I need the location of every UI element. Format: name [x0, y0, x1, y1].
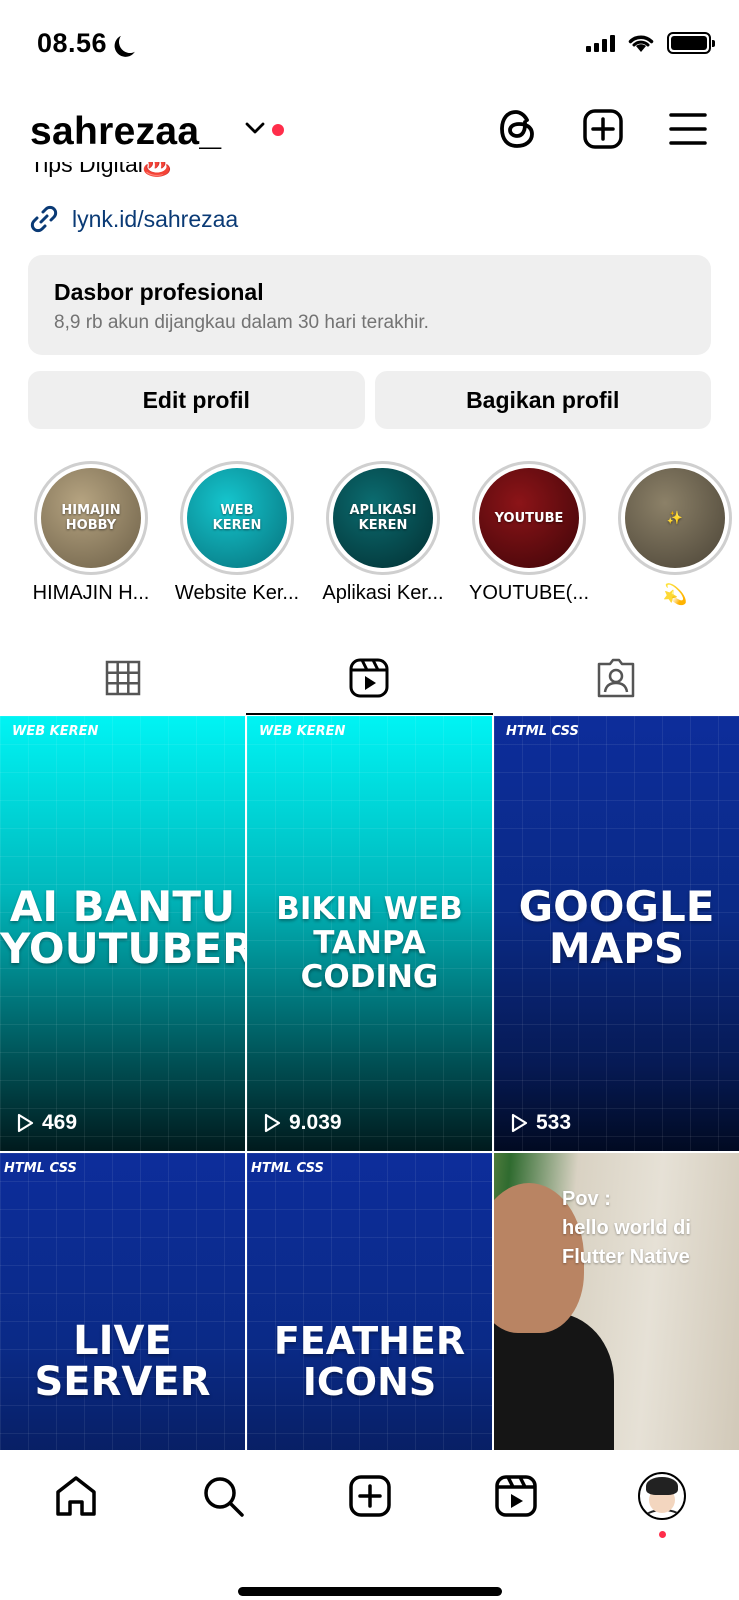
highlight-label: YOUTUBE(...: [468, 582, 589, 604]
home-indicator: [238, 1587, 502, 1596]
highlight-label: Website Ker...: [174, 582, 300, 604]
reel-views: 9.039: [263, 1111, 342, 1135]
home-icon[interactable]: [54, 1474, 98, 1518]
reel-views: 469: [16, 1111, 77, 1135]
reel-title: FEATHER ICONS: [273, 1319, 466, 1404]
reel-title: BIKIN WEB TANPA CODING: [276, 891, 463, 995]
reel-title: AI BANTU YOUTUBER: [0, 882, 245, 973]
reel-tag: HTML CSS: [251, 1161, 324, 1176]
tab-tagged[interactable]: [493, 640, 739, 715]
tab-posts[interactable]: [0, 640, 246, 715]
cellular-signal-icon: [586, 34, 615, 52]
highlight-label: HIMAJIN H...: [32, 582, 150, 604]
reel-thumbnail[interactable]: HTML CSS GOOGLE MAPS 533: [494, 716, 739, 1151]
highlight-label: Aplikasi Ker...: [322, 582, 444, 604]
chevron-down-icon[interactable]: [244, 120, 266, 136]
highlight-cover: APLIKASI KEREN: [333, 468, 433, 568]
menu-icon[interactable]: [668, 108, 708, 150]
story-highlights: HIMAJIN HOBBY HIMAJIN H... WEB KEREN Web…: [18, 461, 739, 607]
profile-header: sahrezaa_: [0, 100, 739, 162]
reel-tag: HTML CSS: [506, 724, 579, 739]
play-icon: [17, 1113, 34, 1133]
bio-link-text[interactable]: lynk.id/sahrezaa: [72, 206, 238, 233]
reel-tag: WEB KEREN: [12, 724, 99, 739]
notification-dot: [272, 124, 284, 136]
bottom-navigation: [0, 1450, 739, 1600]
highlight-item[interactable]: HIMAJIN HOBBY HIMAJIN H...: [18, 461, 164, 607]
username[interactable]: sahrezaa_: [30, 110, 221, 154]
highlight-item[interactable]: APLIKASI KEREN Aplikasi Ker...: [310, 461, 456, 607]
reel-tag: HTML CSS: [4, 1161, 77, 1176]
tagged-icon: [597, 658, 635, 697]
edit-profile-button[interactable]: Edit profil: [28, 371, 365, 429]
search-icon[interactable]: [201, 1474, 245, 1518]
share-profile-button[interactable]: Bagikan profil: [374, 371, 711, 429]
highlight-cover: ✨: [625, 468, 725, 568]
reel-views: 533: [510, 1111, 571, 1135]
reel-thumbnail[interactable]: WEB KEREN BIKIN WEB TANPA CODING 9.039: [247, 716, 492, 1151]
reel-title: GOOGLE MAPS: [518, 882, 715, 973]
reels-icon: [349, 658, 389, 697]
highlight-item[interactable]: ✨ 💫: [602, 461, 739, 607]
status-bar: 08.56: [0, 0, 739, 90]
professional-dashboard[interactable]: Dasbor profesional 8,9 rb akun dijangkau…: [28, 255, 711, 355]
grid-icon: [105, 660, 141, 695]
dashboard-title: Dasbor profesional: [54, 279, 264, 305]
highlight-item[interactable]: YOUTUBE YOUTUBE(...: [456, 461, 602, 607]
moon-icon: [117, 29, 142, 54]
bio-link[interactable]: lynk.id/sahrezaa: [28, 203, 238, 235]
profile-notification-dot: [659, 1531, 666, 1538]
highlight-cover: YOUTUBE: [479, 468, 579, 568]
play-icon: [511, 1113, 528, 1133]
status-time: 08.56: [37, 28, 135, 59]
highlight-label: 💫: [662, 584, 688, 606]
highlight-cover: WEB KEREN: [187, 468, 287, 568]
reel-thumbnail[interactable]: WEB KEREN AI BANTU YOUTUBER 469: [0, 716, 245, 1151]
bio-text: Tips Digital♨️: [30, 160, 172, 177]
reel-title: LIVE SERVER: [34, 1318, 211, 1405]
play-icon: [264, 1113, 281, 1133]
profile-avatar[interactable]: [638, 1472, 686, 1520]
dashboard-subtitle: 8,9 rb akun dijangkau dalam 30 hari tera…: [54, 312, 429, 333]
profile-tabs: [0, 640, 739, 715]
reel-caption: Pov : hello world di Flutter Native: [562, 1188, 691, 1268]
reel-tag: WEB KEREN: [259, 724, 346, 739]
link-icon: [30, 205, 58, 233]
tab-reels[interactable]: [246, 640, 493, 715]
create-icon[interactable]: [348, 1474, 392, 1518]
battery-icon: [667, 32, 715, 54]
highlight-item[interactable]: WEB KEREN Website Ker...: [164, 461, 310, 607]
reels-nav-icon[interactable]: [494, 1474, 538, 1518]
threads-icon[interactable]: [498, 108, 538, 150]
wifi-icon: [628, 35, 654, 52]
create-post-icon[interactable]: [582, 108, 624, 150]
highlight-cover: HIMAJIN HOBBY: [41, 468, 141, 568]
